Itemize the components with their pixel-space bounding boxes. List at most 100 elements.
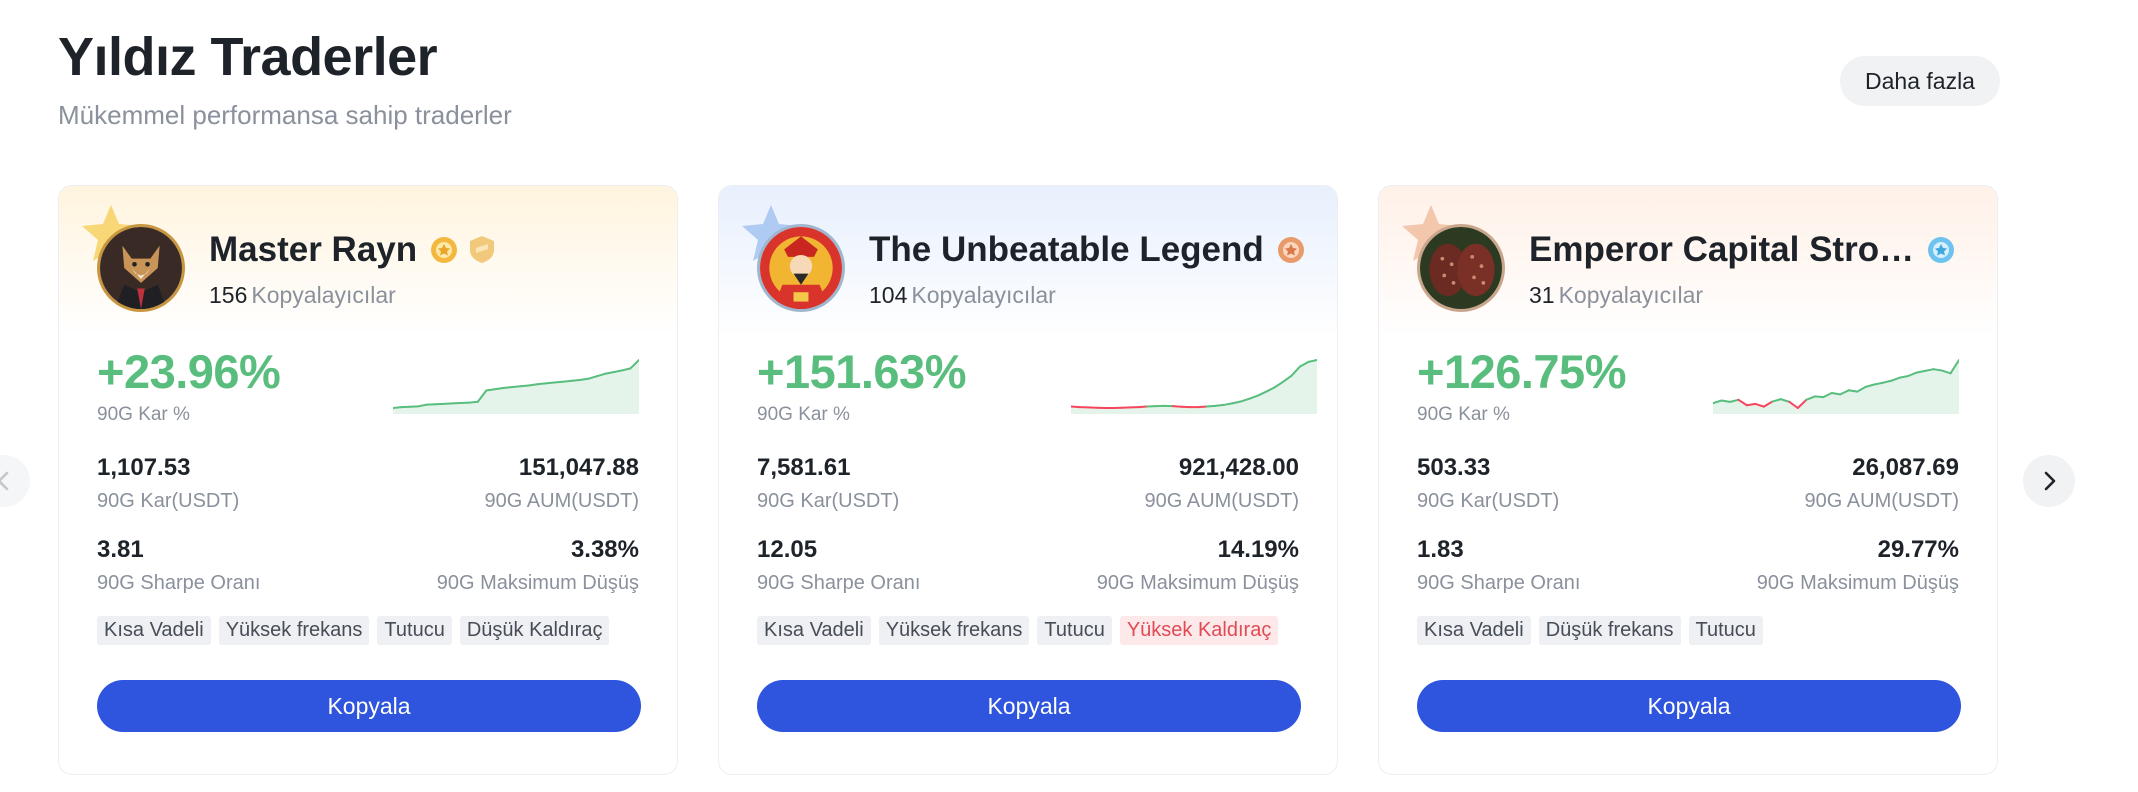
sharpe-value: 12.05 [757,536,818,563]
profit-value: 503.33 [1417,454,1491,481]
sparkline-segment [1205,404,1217,408]
next-button[interactable] [2023,455,2075,507]
aum-label: 90G AUM(USDT) [1804,490,1959,512]
trader-name[interactable]: The Unbeatable Legend [869,230,1264,270]
roi-value: +23.96% [97,345,281,398]
sparkline-segment [1214,403,1225,407]
tag-list: Kısa Vadeli Yüksek frekans Tutucu Düşük … [97,616,610,645]
sparkline-segment [502,386,513,389]
sharpe-stat: 12.05 90G Sharpe Oranı [757,536,920,595]
sparkline-segment [527,383,539,387]
tag: Tutucu [1037,616,1112,645]
mdd-value: 14.19% [1217,536,1299,563]
deity-avatar-image [760,227,842,309]
chevron-right-icon [2044,471,2056,491]
sparkline-segment [578,377,590,382]
profit-label: 90G Kar(USDT) [97,490,240,512]
sharpe-label: 90G Sharpe Oranı [1417,572,1581,594]
tag: Kısa Vadeli [1417,616,1531,645]
roi-label: 90G Kar % [757,404,850,425]
tag: Düşük frekans [1538,616,1681,645]
followers-count: 104 Kopyalayıcılar [869,282,1056,309]
avatar[interactable] [97,224,185,312]
aum-stat: 921,428.00 90G AUM(USDT) [1145,454,1299,513]
sparkline-segment [1847,389,1859,393]
roi-value: +151.63% [757,345,967,398]
gold-shield-icon [470,236,494,263]
sparkline-segment [393,406,403,409]
tag: Kısa Vadeli [97,616,211,645]
profit-value: 1,107.53 [97,454,191,481]
avatar[interactable] [757,224,845,312]
sparkline-segment [510,385,522,389]
sharpe-label: 90G Sharpe Oranı [97,572,261,594]
aum-value: 151,047.88 [518,454,639,481]
mdd-label: 90G Maksimum Düşüş [436,572,639,594]
mdd-stat: 3.38% 90G Maksimum Düşüş [437,536,639,595]
sparkline-segment [561,379,573,383]
roi-label: 90G Kar % [97,404,190,425]
gold-medal-icon [431,237,457,263]
profit-value: 7,581.61 [757,454,851,481]
prev-button[interactable] [0,455,30,507]
sparkline-segment [1071,405,1081,409]
sparkline-segment [536,382,547,386]
copy-button[interactable]: Kopyala [1417,680,1961,732]
aum-label: 90G AUM(USDT) [1144,490,1299,512]
page-subtitle: Mükemmel performansa sahip traderler [58,100,512,130]
sparkline-segment [485,388,496,392]
trader-card[interactable]: Emperor Capital Stro… 31 Kopyalayıcılar +… [1378,185,1998,775]
trader-card[interactable]: The Unbeatable Legend 104 Kopyalayıcılar … [718,185,1338,775]
followers-count: 156 Kopyalayıcılar [209,282,396,309]
tag: Düşük Kaldıraç [459,616,610,645]
followers-value: 156 [209,282,248,308]
sharpe-label: 90G Sharpe Oranı [757,572,921,594]
followers-label: Kopyalayıcılar [251,282,396,308]
followers-value: 31 [1529,282,1555,308]
followers-value: 104 [869,282,908,308]
sharpe-value: 1.83 [1417,536,1464,563]
profit-label: 90G Kar(USDT) [757,490,900,512]
sparkline-segment [1137,405,1149,409]
sparkline-area [1071,360,1317,414]
chevron-left-icon [0,471,9,491]
tag: Tutucu [1688,616,1763,645]
sparkline-segment [570,379,581,382]
aum-stat: 151,047.88 90G AUM(USDT) [485,454,639,513]
tag: Yüksek frekans [878,616,1030,645]
profit-label: 90G Kar(USDT) [1417,490,1560,512]
aum-value: 921,428.00 [1178,454,1299,481]
fruit-avatar-image [1420,227,1502,309]
roi-value: +126.75% [1417,345,1627,398]
sparkline-segment [1745,402,1757,407]
sparkline-segment [1720,399,1731,403]
sparkline-segment [1932,368,1944,372]
more-button[interactable]: Daha fazla [1840,56,2000,106]
trader-name[interactable]: Master Rayn [209,230,417,270]
trader-name[interactable]: Emperor Capital Stro… [1529,230,1914,270]
tag-high-leverage: Yüksek Kaldıraç [1119,616,1279,645]
sparkline-segment [1171,405,1183,408]
sparkline-area [1713,360,1959,414]
blue-medal-icon [1928,237,1954,263]
tag: Yüksek frekans [218,616,370,645]
wolf-avatar-image [100,227,182,309]
sparkline-segment [493,386,505,391]
page-title: Yıldız Traderler [58,27,438,87]
avatar[interactable] [1417,224,1505,312]
roi-label: 90G Kar % [1417,404,1510,425]
sparkline-segment [1813,395,1825,399]
aum-label: 90G AUM(USDT) [484,490,639,512]
followers-label: Kopyalayıcılar [1558,282,1704,308]
sparkline-segment [519,384,530,388]
bronze-medal-icon [1278,237,1304,263]
tag: Tutucu [377,616,452,645]
aum-stat: 26,087.69 90G AUM(USDT) [1805,454,1959,513]
copy-button[interactable]: Kopyala [757,680,1301,732]
sparkline-segment [1830,392,1842,396]
sharpe-value: 3.81 [97,536,144,563]
copy-button[interactable]: Kopyala [97,680,641,732]
trader-card[interactable]: Master Rayn 156 Kopyalayıcılar +23.96% 90… [58,185,678,775]
sharpe-stat: 1.83 90G Sharpe Oranı [1417,536,1580,595]
mdd-value: 29.77% [1877,536,1959,563]
